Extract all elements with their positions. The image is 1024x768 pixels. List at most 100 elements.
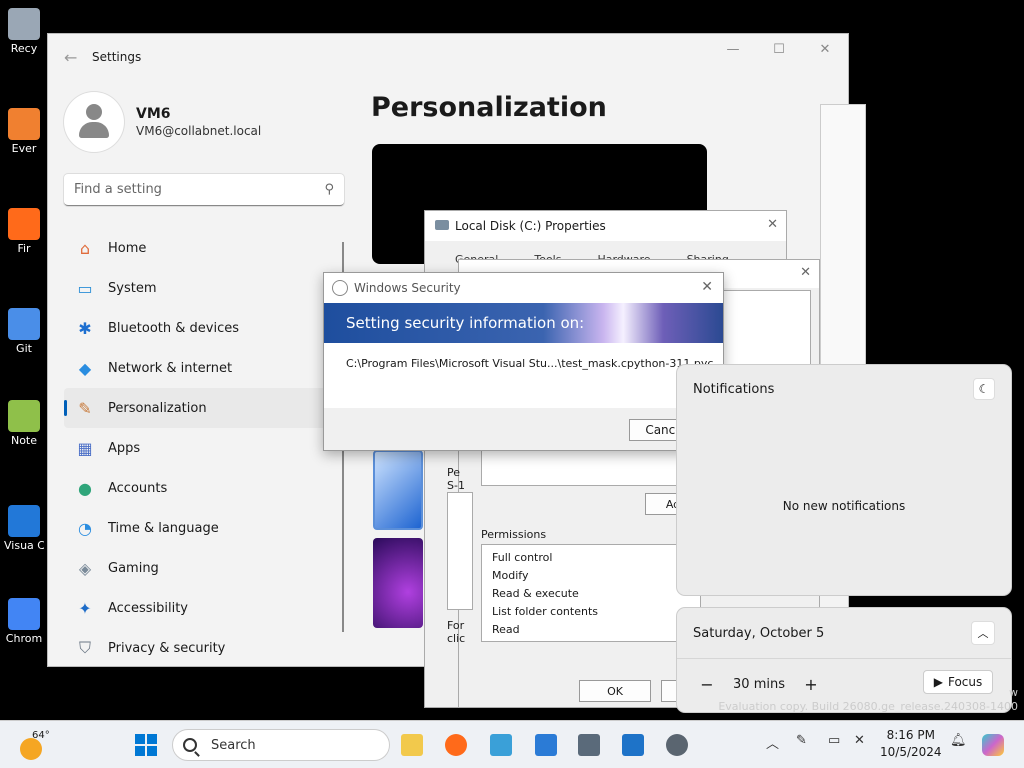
sidebar-item-privacy-security[interactable]: ⛉ Privacy & security (64, 628, 348, 668)
frag-for: For (447, 619, 465, 632)
desktop-icon[interactable]: Fir (4, 208, 44, 255)
user-account-block[interactable]: VM6 VM6@collabnet.local (64, 92, 261, 152)
sidebar-item-label: Bluetooth & devices (108, 320, 239, 336)
sidebar-item-label: Privacy & security (108, 640, 226, 656)
find-setting-input[interactable]: Find a setting ⚲ (64, 174, 344, 206)
pen-icon[interactable]: ✎ (796, 733, 807, 748)
nav-icon: ◔ (78, 518, 92, 538)
sidebar-item-time-language[interactable]: ◔ Time & language (64, 508, 348, 548)
permissions-label: Permissions (481, 528, 547, 541)
sidebar-item-label: System (108, 280, 157, 296)
desktop-icon-label: Visua C (4, 539, 44, 552)
clock-time: 8:16 PM (886, 728, 935, 742)
frag-sid: S-1 (447, 479, 465, 492)
play-icon: ▶ (933, 675, 943, 689)
sidebar-item-personalization[interactable]: ✎ Personalization (64, 388, 348, 428)
wsec-title: Windows Security (324, 273, 723, 303)
window-controls: — ☐ ✕ (710, 34, 848, 64)
desktop-icon[interactable]: Git (4, 308, 44, 355)
windows-logo-icon (135, 734, 157, 756)
minimize-icon[interactable]: — (710, 34, 756, 64)
weather-widget[interactable]: 64° (20, 730, 50, 760)
temperature: 64° (32, 730, 50, 741)
ok-button[interactable]: OK (579, 680, 651, 702)
sidebar-item-network-internet[interactable]: ◆ Network & internet (64, 348, 348, 388)
sidebar-item-label: Accounts (108, 480, 168, 496)
firefox-icon[interactable] (442, 731, 470, 759)
sidebar-item-accounts[interactable]: ● Accounts (64, 468, 348, 508)
close-icon[interactable]: ✕ (802, 34, 848, 64)
desktop-icon[interactable]: Recy (4, 8, 44, 55)
do-not-disturb-icon[interactable]: ☾ (973, 378, 995, 400)
app-glyph (535, 734, 557, 756)
desktop-icon[interactable]: Note (4, 400, 44, 447)
plus-icon[interactable]: + (799, 672, 823, 696)
theme-thumbnail-purple[interactable] (373, 538, 423, 628)
chevron-up-icon[interactable]: ︿ (971, 621, 995, 645)
sidebar-item-system[interactable]: ▭ System (64, 268, 348, 308)
app-glyph (578, 734, 600, 756)
sidebar-item-home[interactable]: ⌂ Home (64, 228, 348, 268)
search-placeholder: Find a setting (74, 182, 162, 197)
wsec-body: C:\Program Files\Microsoft Visual Stu...… (324, 343, 723, 408)
sidebar-item-bluetooth-devices[interactable]: ✱ Bluetooth & devices (64, 308, 348, 348)
sidebar-item-label: Accessibility (108, 600, 188, 616)
sidebar-item-accessibility[interactable]: ✦ Accessibility (64, 588, 348, 628)
wsec-banner: Setting security information on: (324, 303, 723, 343)
file-path: C:\Program Files\Microsoft Visual Stu...… (346, 357, 714, 370)
taskbar-search-label: Search (211, 737, 256, 753)
maximize-icon[interactable]: ☐ (756, 34, 802, 64)
chevron-up-icon[interactable]: ︿ (766, 733, 779, 752)
copilot-icon[interactable] (982, 734, 1004, 756)
user-name: VM6 (136, 106, 171, 122)
theme-thumbnail-bloom[interactable] (373, 450, 423, 530)
sun-icon (20, 738, 42, 760)
nav-icon: ⌂ (79, 238, 91, 258)
desktop-app-icon (8, 308, 40, 340)
permissions-list: Full control Modify Read & execute List fol… (481, 544, 701, 642)
close-icon[interactable]: ✕ (767, 217, 778, 232)
desktop-icon[interactable]: Ever (4, 108, 44, 155)
monitor-icon[interactable] (619, 731, 647, 759)
settings-gear-icon[interactable] (663, 731, 691, 759)
desktop-icon[interactable]: Chrom (4, 598, 44, 645)
drive-icon (435, 220, 449, 230)
list-item: Modify (492, 569, 529, 582)
entries-list[interactable] (447, 492, 473, 610)
file-explorer-icon[interactable] (398, 731, 426, 759)
evaluation-watermark: w Evaluation copy. Build 26080.ge_releas… (718, 686, 1018, 713)
network-app-icon[interactable] (532, 731, 560, 759)
network-icon[interactable]: ▭ (828, 733, 840, 748)
sidebar-item-gaming[interactable]: ◈ Gaming (64, 548, 348, 588)
notepad-icon[interactable] (487, 731, 515, 759)
close-icon[interactable]: ✕ (800, 265, 811, 280)
sidebar-item-label: Time & language (108, 520, 219, 536)
notification-bell-icon[interactable]: 🔔︎ (950, 733, 967, 748)
sidebar-item-apps[interactable]: ▦ Apps (64, 428, 348, 468)
list-item: List folder contents (492, 605, 598, 618)
close-icon[interactable]: ✕ (701, 279, 713, 295)
desktop-app-icon (8, 8, 40, 40)
avatar (64, 92, 124, 152)
volume-muted-icon[interactable]: ✕ (854, 733, 865, 748)
desktop-icon-label: Fir (17, 242, 31, 255)
desktop-app-icon (8, 598, 40, 630)
nav-icon: ● (78, 478, 92, 498)
clock[interactable]: 8:16 PM 10/5/2024 (880, 727, 942, 761)
nav-icon: ✦ (78, 598, 92, 618)
start-button[interactable] (132, 731, 160, 759)
user-avatar-icon (64, 92, 124, 152)
list-item: Read & execute (492, 587, 579, 600)
taskbar: 64° Search ︿ ✎ ▭ ✕ 8:16 PM 10/5/2024 🔔︎ (0, 720, 1024, 768)
desktop-icon[interactable]: Visua C (4, 505, 44, 552)
taskbar-search[interactable]: Search (172, 729, 390, 761)
minus-icon[interactable]: − (695, 672, 719, 696)
list-item: Full control (492, 551, 553, 564)
frag-pe: Pe (447, 466, 461, 479)
desktop-app-icon (8, 108, 40, 140)
server-icon[interactable] (575, 731, 603, 759)
back-arrow-icon[interactable]: ← (64, 48, 92, 67)
user-email: VM6@collabnet.local (136, 124, 262, 138)
focus-button[interactable]: ▶ Focus (923, 670, 993, 694)
desktop-icon-label: Note (10, 434, 38, 447)
